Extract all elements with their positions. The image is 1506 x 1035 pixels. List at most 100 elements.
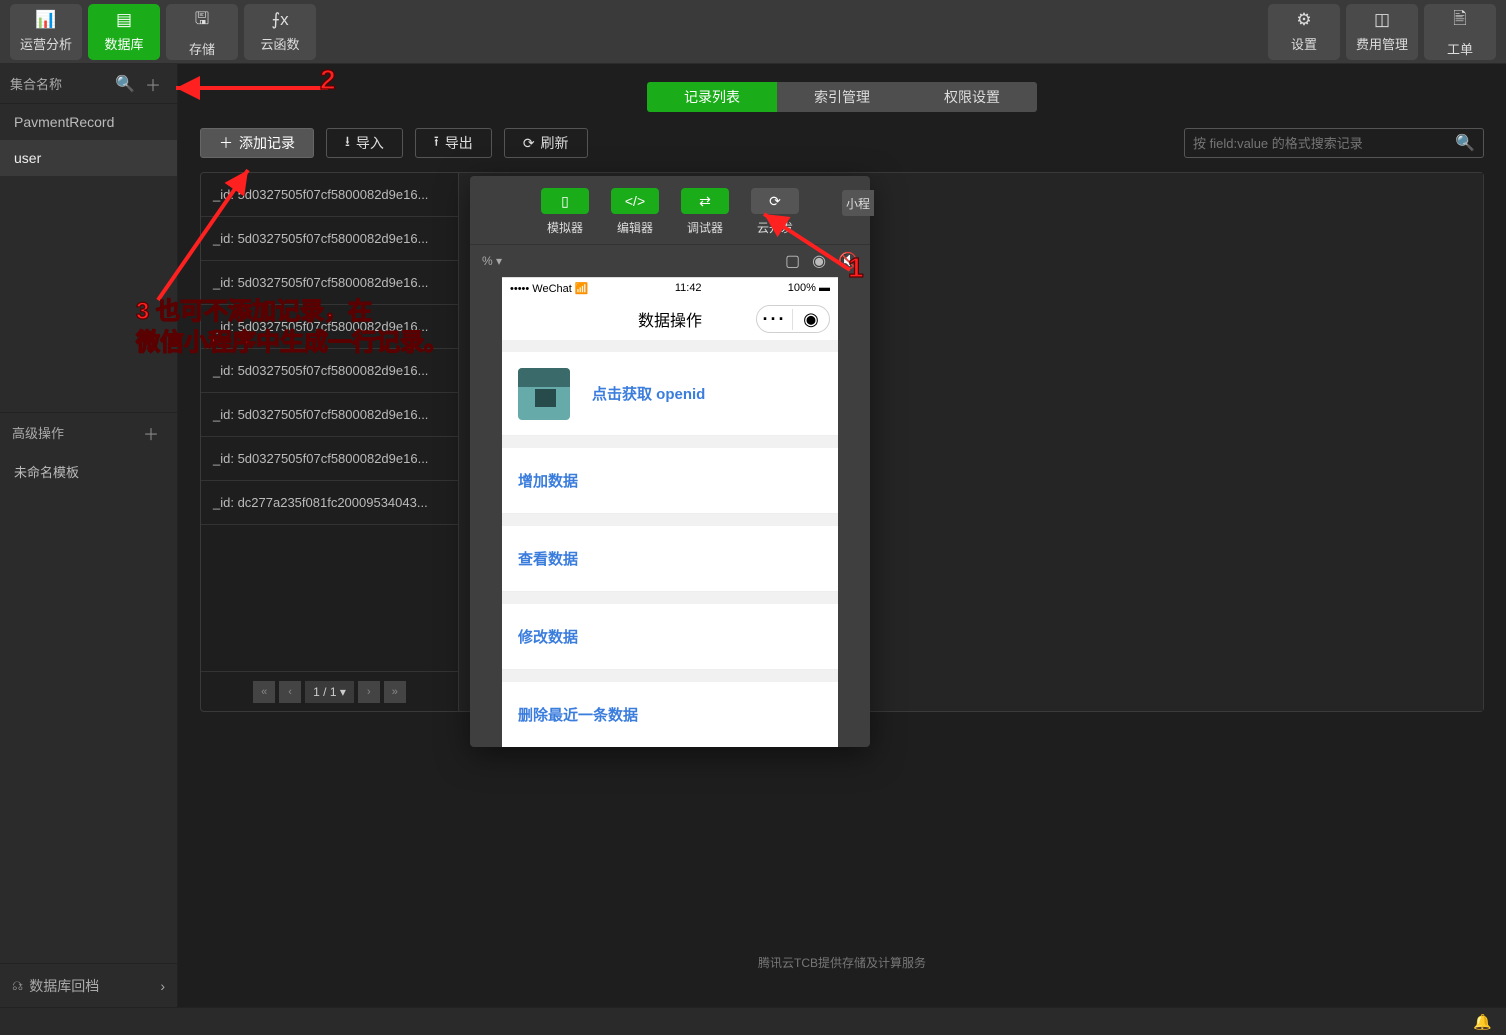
nav-tickets[interactable]: 🖹 工单 bbox=[1424, 4, 1496, 60]
search-collections-button[interactable]: 🔍 bbox=[111, 70, 139, 98]
action-label: 删除最近一条数据 bbox=[518, 704, 638, 725]
record-item[interactable]: _id: 5d0327505f07cf5800082d9e16... bbox=[201, 437, 458, 481]
page-last[interactable]: » bbox=[384, 681, 406, 703]
rollback-label: 数据库回档 bbox=[29, 976, 160, 996]
openid-text: 点击获取 openid bbox=[592, 383, 705, 404]
tool-debugger-label: 调试器 bbox=[687, 219, 723, 236]
plus-icon: ＋ bbox=[143, 421, 159, 445]
tool-cloud-dev[interactable]: ⟳云开发 bbox=[746, 188, 804, 236]
collection-item-pavmentrecord[interactable]: PavmentRecord bbox=[0, 104, 177, 140]
record-item[interactable]: _id: 5d0327505f07cf5800082d9e16... bbox=[201, 349, 458, 393]
collections-header: 集合名称 🔍 ＋ bbox=[0, 64, 177, 104]
overlay-status-bar: % ▾ ▢ ◉ 🔇 bbox=[470, 245, 870, 277]
record-item[interactable]: _id: 5d0327505f07cf5800082d9e16... bbox=[201, 261, 458, 305]
mute-icon[interactable]: 🔇 bbox=[838, 251, 858, 271]
sidebar: 集合名称 🔍 ＋ PavmentRecord user 高级操作 ＋ 未命名模板… bbox=[0, 64, 178, 1007]
nav-cloudfn-label: 云函数 bbox=[260, 34, 299, 53]
add-record-button[interactable]: ＋ 添加记录 bbox=[200, 128, 314, 158]
nav-billing[interactable]: ◫费用管理 bbox=[1346, 4, 1418, 60]
nav-settings-label: 设置 bbox=[1291, 34, 1317, 53]
toolbar-right-group: ⚙ 设置 ◫费用管理 🖹 工单 bbox=[1268, 4, 1496, 60]
phone-status-bar: ••••• WeChat 📶 11:42 100% ▬ bbox=[502, 278, 838, 298]
debug-icon: ⇄ bbox=[681, 188, 729, 214]
record-list: _id: 5d0327505f07cf5800082d9e16... _id: … bbox=[201, 173, 459, 711]
refresh-label: 刷新 bbox=[541, 133, 569, 153]
upload-icon: ⭱ bbox=[434, 131, 439, 155]
tab-permissions[interactable]: 权限设置 bbox=[907, 82, 1037, 112]
nav-database[interactable]: ▤数据库 bbox=[88, 4, 160, 60]
page-indicator: 1 / 1 ▾ bbox=[305, 681, 354, 703]
add-record-label: 添加记录 bbox=[239, 133, 295, 153]
collection-item-user[interactable]: user bbox=[0, 140, 177, 176]
tool-simulator[interactable]: ▯模拟器 bbox=[536, 188, 594, 236]
record-item[interactable]: _id: 5d0327505f07cf5800082d9e16... bbox=[201, 393, 458, 437]
tab-records[interactable]: 记录列表 bbox=[647, 82, 777, 112]
function-icon: ⨍x bbox=[271, 10, 288, 30]
nav-billing-label: 费用管理 bbox=[1356, 34, 1408, 53]
action-add-data[interactable]: 增加数据 bbox=[502, 448, 838, 514]
capsule-close[interactable]: ◉ bbox=[793, 309, 829, 330]
record-item[interactable]: _id: 5d0327505f07cf5800082d9e16... bbox=[201, 305, 458, 349]
add-collection-button[interactable]: ＋ bbox=[139, 70, 167, 98]
bell-icon[interactable]: 🔔 bbox=[1473, 1013, 1492, 1031]
capsule-button: ··· ◉ bbox=[756, 305, 830, 333]
add-template-button[interactable]: ＋ bbox=[137, 419, 165, 447]
record-icon[interactable]: ◉ bbox=[812, 251, 826, 271]
refresh-button[interactable]: ⟳刷新 bbox=[504, 128, 588, 158]
action-label: 查看数据 bbox=[518, 548, 578, 569]
action-view-data[interactable]: 查看数据 bbox=[502, 526, 838, 592]
ticket-icon: 🖹 bbox=[1453, 6, 1467, 35]
provider-note: 腾讯云TCB提供存储及计算服务 bbox=[758, 954, 926, 971]
pagination: « ‹ 1 / 1 ▾ › » bbox=[201, 671, 458, 711]
nav-tickets-label: 工单 bbox=[1447, 39, 1473, 58]
tool-editor[interactable]: </> 编辑器 bbox=[606, 188, 664, 236]
chevron-right-icon: › bbox=[160, 978, 165, 994]
view-tabs: 记录列表 索引管理 权限设置 bbox=[647, 82, 1037, 112]
search-input[interactable] bbox=[1193, 136, 1455, 151]
tab-indexes[interactable]: 索引管理 bbox=[777, 82, 907, 112]
record-item[interactable]: _id: dc277a235f081fc20009534043... bbox=[201, 481, 458, 525]
carrier-label: ••••• WeChat 📶 bbox=[510, 282, 589, 295]
collection-list: PavmentRecord user bbox=[0, 104, 177, 176]
gear-icon: ⚙ bbox=[1296, 10, 1311, 30]
actions-row: ＋ 添加记录 ⭳导入 ⭱ 导出 ⟳刷新 🔍 bbox=[178, 122, 1506, 172]
cloud-icon: ⟳ bbox=[751, 188, 799, 214]
import-button[interactable]: ⭳导入 bbox=[326, 128, 403, 158]
tool-debugger[interactable]: ⇄ 调试器 bbox=[676, 188, 734, 236]
advanced-label: 高级操作 bbox=[12, 423, 137, 442]
tool-editor-label: 编辑器 bbox=[617, 219, 653, 236]
record-item[interactable]: _id: 5d0327505f07cf5800082d9e16... bbox=[201, 173, 458, 217]
action-update-data[interactable]: 修改数据 bbox=[502, 604, 838, 670]
overlay-tab[interactable]: 小程 bbox=[842, 190, 874, 216]
openid-row[interactable]: 点击获取 openid bbox=[502, 352, 838, 436]
nav-cloud-functions[interactable]: ⨍x 云函数 bbox=[244, 4, 316, 60]
action-label: 增加数据 bbox=[518, 470, 578, 491]
import-label: 导入 bbox=[356, 133, 384, 153]
nav-database-label: 数据库 bbox=[104, 34, 143, 53]
page-first[interactable]: « bbox=[253, 681, 275, 703]
nav-analytics[interactable]: 📊运营分析 bbox=[10, 4, 82, 60]
plus-icon: ＋ bbox=[219, 133, 233, 153]
db-rollback-button[interactable]: ⎌ 数据库回档 › bbox=[0, 963, 177, 1007]
phone-title: 数据操作 bbox=[638, 307, 702, 331]
nav-settings[interactable]: ⚙ 设置 bbox=[1268, 4, 1340, 60]
zoom-indicator[interactable]: % ▾ bbox=[482, 254, 502, 268]
search-records[interactable]: 🔍 bbox=[1184, 128, 1484, 158]
plus-icon: ＋ bbox=[145, 72, 161, 96]
device-icon[interactable]: ▢ bbox=[785, 251, 800, 271]
page-prev[interactable]: ‹ bbox=[279, 681, 301, 703]
export-label: 导出 bbox=[445, 133, 473, 153]
nav-storage-label: 存储 bbox=[189, 39, 215, 58]
page-next[interactable]: › bbox=[358, 681, 380, 703]
action-delete-data[interactable]: 删除最近一条数据 bbox=[502, 682, 838, 747]
avatar bbox=[518, 368, 570, 420]
template-item[interactable]: 未命名模板 bbox=[0, 452, 177, 491]
devtools-overlay: 小程 ▯模拟器 </>编辑器 ⇄调试器 ⟳云开发 % ▾ ▢ ◉ 🔇 •••••… bbox=[470, 176, 870, 747]
record-item[interactable]: _id: 5d0327505f07cf5800082d9e16... bbox=[201, 217, 458, 261]
top-toolbar: 📊运营分析 ▤数据库 🖫存储 ⨍x 云函数 ⚙ 设置 ◫费用管理 🖹 工单 bbox=[0, 0, 1506, 64]
nav-storage[interactable]: 🖫存储 bbox=[166, 4, 238, 60]
code-icon: </> bbox=[611, 188, 659, 214]
export-button[interactable]: ⭱ 导出 bbox=[415, 128, 492, 158]
capsule-menu[interactable]: ··· bbox=[757, 309, 793, 330]
advanced-section-header: 高级操作 ＋ bbox=[0, 412, 177, 452]
